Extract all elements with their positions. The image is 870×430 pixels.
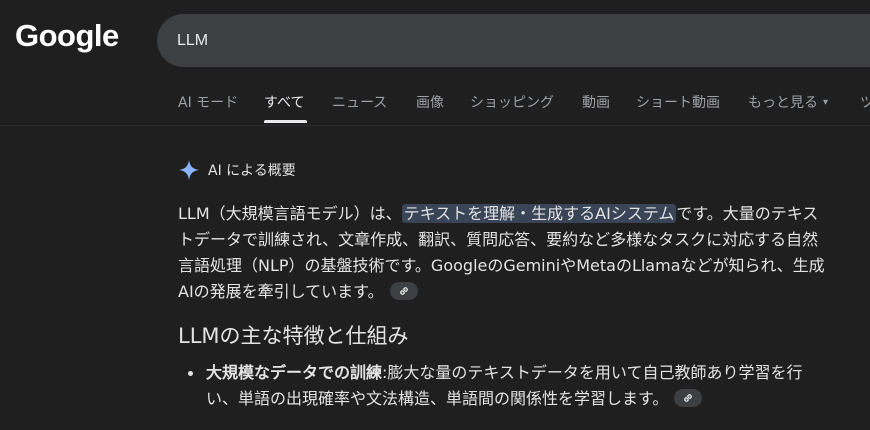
list-item-heading: 大規模なデータでの訓練 (206, 363, 383, 382)
tab-all[interactable]: すべて (264, 92, 304, 112)
link-icon (399, 287, 408, 295)
source-link-chip[interactable] (674, 389, 703, 407)
section-title: LLMの主な特徴と仕組み (178, 324, 409, 348)
tab-images[interactable]: 画像 (416, 92, 444, 112)
tab-more-label: もっと見る (748, 95, 818, 111)
tab-shopping[interactable]: ショッピング (470, 92, 554, 112)
google-search-results-page: Google AI モード すべて ニュース 画像 ショッピング 動画 ショート… (0, 0, 870, 430)
caret-down-icon: ▾ (823, 97, 829, 108)
tab-news[interactable]: ニュース (332, 92, 387, 112)
gemini-sparkle-icon (178, 159, 200, 181)
search-tabs: AI モード すべて ニュース 画像 ショッピング 動画 ショート動画 もっと見… (0, 88, 870, 125)
bullet-dot (188, 371, 193, 376)
tab-ai-mode[interactable]: AI モード (178, 92, 238, 112)
tab-more[interactable]: もっと見る ▾ (748, 92, 828, 112)
active-tab-indicator (264, 120, 307, 123)
tab-tools[interactable]: ツ (860, 92, 870, 112)
link-icon (684, 394, 693, 402)
feature-list: 大規模なデータでの訓練:膨大な量のテキストデータを用いて自己教師あり学習を行い、… (178, 360, 828, 412)
search-box[interactable] (157, 14, 870, 67)
ai-overview-header: AI による概要 (178, 158, 296, 182)
search-input[interactable] (177, 14, 677, 67)
summary-highlight[interactable]: テキストを理解・生成するAIシステム (401, 204, 677, 223)
google-logo[interactable]: Google (15, 18, 119, 54)
list-item: 大規模なデータでの訓練:膨大な量のテキストデータを用いて自己教師あり学習を行い、… (178, 360, 828, 412)
summary-text-start: LLM（大規模言語モデル）は、 (178, 204, 402, 223)
tab-short-videos[interactable]: ショート動画 (636, 92, 720, 112)
source-link-chip[interactable] (389, 282, 418, 300)
tab-videos[interactable]: 動画 (582, 92, 610, 112)
search-header: Google AI モード すべて ニュース 画像 ショッピング 動画 ショート… (0, 0, 870, 126)
ai-overview-title: AI による概要 (208, 163, 296, 179)
ai-overview-summary: LLM（大規模言語モデル）は、 テキストを理解・生成するAIシステム です。大量のテ… (178, 201, 833, 305)
